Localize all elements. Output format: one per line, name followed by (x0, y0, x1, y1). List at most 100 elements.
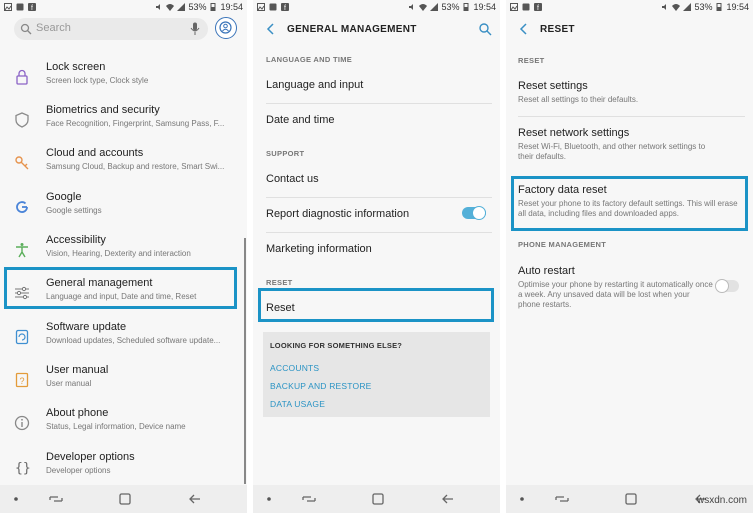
signal-icon (683, 3, 692, 11)
report-diagnostic-toggle[interactable] (462, 206, 486, 220)
home-icon[interactable] (370, 491, 386, 507)
google-icon (16, 201, 28, 213)
accounts-link[interactable]: ACCOUNTS (270, 363, 319, 373)
braces-icon: {} (15, 461, 30, 475)
highlight-general-management (4, 267, 237, 309)
settings-item-software-update[interactable]: Software update Download updates, Schedu… (0, 316, 247, 359)
item-subtitle: Google settings (46, 206, 102, 215)
wifi-icon (419, 4, 428, 11)
item-title: Google (46, 191, 82, 203)
battery-percent: 53% (188, 2, 207, 12)
battery-percent: 53% (694, 2, 713, 12)
divider (266, 197, 492, 198)
back-icon[interactable] (187, 491, 203, 507)
marketing-info-item[interactable]: Marketing information (266, 243, 372, 255)
app-bar: RESET (506, 18, 753, 42)
recent-apps-icon[interactable] (48, 491, 64, 507)
item-title: Biometrics and security (46, 104, 160, 116)
toggle-knob (715, 279, 729, 293)
update-icon (15, 329, 29, 345)
battery-percent: 53% (441, 2, 460, 12)
reset-settings-item[interactable]: Reset settings (518, 80, 588, 92)
facebook-icon: f (28, 3, 36, 11)
date-time-item[interactable]: Date and time (266, 114, 334, 126)
search-bar[interactable]: Search (14, 18, 208, 40)
back-arrow-icon[interactable] (265, 22, 277, 36)
settings-item-lock-screen[interactable]: Lock screen Screen lock type, Clock styl… (0, 56, 247, 99)
mute-icon (409, 4, 414, 10)
back-icon[interactable] (440, 491, 456, 507)
svg-text:?: ? (20, 376, 25, 386)
reset-network-desc: Reset Wi-Fi, Bluetooth, and other networ… (518, 142, 706, 161)
auto-restart-item[interactable]: Auto restart (518, 265, 575, 277)
auto-restart-toggle[interactable] (715, 279, 739, 293)
battery-icon (210, 3, 216, 11)
settings-item-biometrics[interactable]: Biometrics and security Face Recognition… (0, 99, 247, 142)
recent-apps-icon[interactable] (554, 491, 570, 507)
image-notification-icon (257, 3, 265, 11)
data-usage-link[interactable]: DATA USAGE (270, 399, 325, 409)
language-input-item[interactable]: Language and input (266, 79, 363, 91)
item-subtitle: Status, Legal information, Device name (46, 422, 186, 431)
app-bar: GENERAL MANAGEMENT (253, 18, 500, 42)
search-placeholder: Search (36, 22, 71, 34)
page-title: GENERAL MANAGEMENT (287, 24, 417, 35)
page-title: RESET (540, 24, 575, 35)
settings-item-accessibility[interactable]: Accessibility Vision, Hearing, Dexterity… (0, 229, 247, 272)
accessibility-icon (16, 243, 28, 258)
highlight-factory-reset (511, 176, 748, 231)
home-icon[interactable] (117, 491, 133, 507)
status-bar: f 53% 19:54 (253, 0, 500, 16)
backup-restore-link[interactable]: BACKUP AND RESTORE (270, 381, 372, 391)
wifi-icon (672, 4, 681, 11)
key-icon (15, 156, 29, 170)
mute-icon (156, 4, 161, 10)
recent-apps-icon[interactable] (301, 491, 317, 507)
item-title: Software update (46, 321, 127, 333)
back-arrow-icon[interactable] (518, 22, 530, 36)
item-subtitle: User manual (46, 379, 92, 388)
section-header-language: LANGUAGE AND TIME (266, 55, 353, 64)
toggle-knob (472, 206, 486, 220)
clock: 19:54 (220, 2, 243, 12)
divider (266, 103, 492, 104)
nav-dot-icon[interactable] (8, 491, 24, 507)
svg-text:f: f (31, 5, 33, 11)
signal-icon (177, 3, 186, 11)
settings-item-about-phone[interactable]: About phone Status, Legal information, D… (0, 402, 247, 445)
clock: 19:54 (473, 2, 496, 12)
divider (518, 116, 745, 117)
image-notification-icon (4, 3, 12, 11)
highlight-reset (258, 288, 494, 322)
looking-for-something-else-card: LOOKING FOR SOMETHING ELSE? ACCOUNTS BAC… (263, 332, 490, 417)
home-icon[interactable] (623, 491, 639, 507)
svg-text:f: f (284, 5, 286, 11)
microphone-icon[interactable] (190, 22, 200, 36)
settings-item-developer-options[interactable]: {} Developer options Developer options (0, 446, 247, 489)
settings-item-user-manual[interactable]: ? User manual User manual (0, 359, 247, 402)
svg-text:{}: {} (15, 461, 30, 475)
settings-item-cloud-accounts[interactable]: Cloud and accounts Samsung Cloud, Backup… (0, 142, 247, 185)
lock-icon (16, 69, 28, 85)
section-header-phone-management: PHONE MANAGEMENT (518, 240, 607, 249)
profile-button[interactable] (215, 17, 237, 39)
item-subtitle: Samsung Cloud, Backup and restore, Smart… (46, 162, 225, 171)
section-header-reset: RESET (266, 278, 293, 287)
battery-icon (716, 3, 722, 11)
wifi-icon (166, 4, 175, 11)
search-icon[interactable] (478, 22, 492, 36)
nav-dot-icon[interactable] (261, 491, 277, 507)
reset-network-item[interactable]: Reset network settings (518, 127, 629, 139)
notification-icon (522, 3, 530, 11)
settings-item-google[interactable]: Google Google settings (0, 186, 247, 229)
item-title: Lock screen (46, 61, 106, 73)
scrollbar[interactable] (244, 238, 246, 484)
image-notification-icon (510, 3, 518, 11)
item-title: Developer options (46, 451, 135, 463)
reset-panel: f 53% 19:54 RESET RESET Reset settings R… (506, 0, 753, 513)
facebook-icon: f (534, 3, 542, 11)
report-diagnostic-item[interactable]: Report diagnostic information (266, 208, 409, 220)
contact-us-item[interactable]: Contact us (266, 173, 319, 185)
battery-icon (463, 3, 469, 11)
nav-dot-icon[interactable] (514, 491, 530, 507)
